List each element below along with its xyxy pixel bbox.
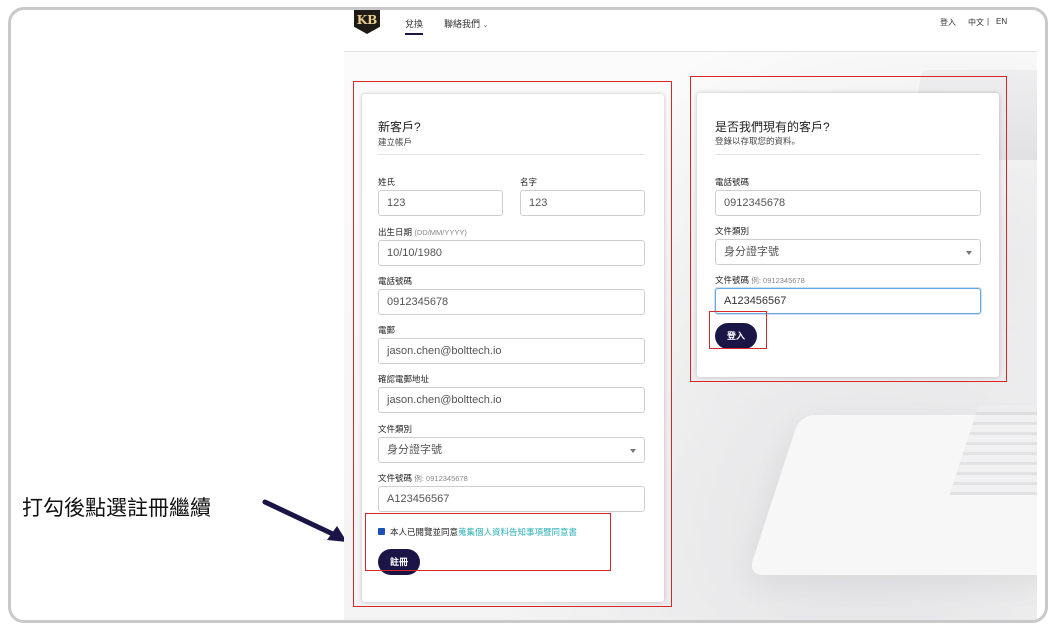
logo[interactable]: KB	[354, 10, 380, 34]
nav-contact[interactable]: 聯絡我們 ⌄	[444, 17, 488, 30]
lang-zh[interactable]: 中文	[968, 17, 984, 28]
web-page: KB 兌換 聯絡我們 ⌄ 登入 中文 | EN 新客戶? 建立帳戶 姓氏 123…	[344, 10, 1037, 620]
lang-en[interactable]: EN	[996, 17, 1007, 26]
site-header: KB 兌換 聯絡我們 ⌄ 登入 中文 | EN	[344, 10, 1037, 52]
annotation-instruction: 打勾後點選註冊繼續	[22, 496, 211, 520]
screenshot-frame: 打勾後點選註冊繼續 KB 兌換 聯絡我們 ⌄ 登入 中文 | EN 新客戶? 建…	[8, 7, 1048, 623]
nav-contact-label: 聯絡我們	[444, 19, 481, 29]
annotation-arrow-icon	[262, 499, 347, 542]
highlight-login-button	[709, 311, 767, 349]
highlight-consent-register	[365, 513, 611, 571]
lang-separator: |	[987, 17, 990, 26]
header-login-link[interactable]: 登入	[940, 17, 956, 28]
chevron-down-icon: ⌄	[482, 22, 489, 29]
nav-home[interactable]: 兌換	[405, 17, 424, 35]
